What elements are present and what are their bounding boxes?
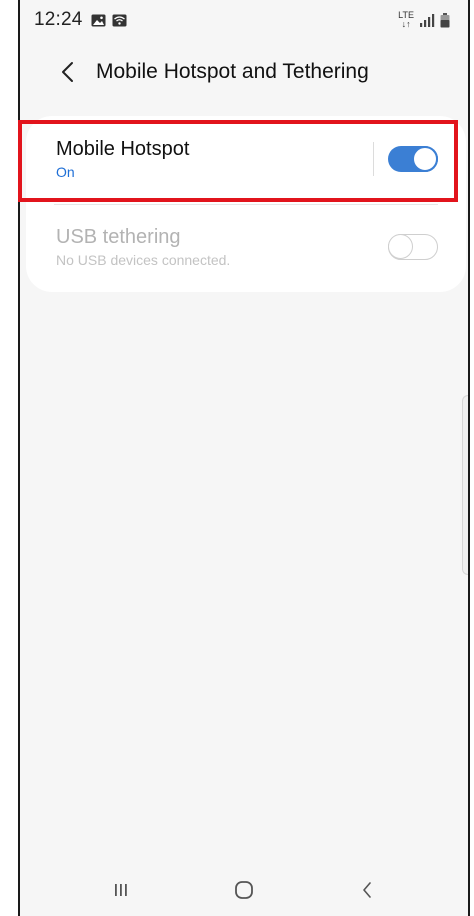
mobile-hotspot-row[interactable]: Mobile Hotspot On	[26, 116, 466, 202]
usb-tethering-row: USB tethering No USB devices connected.	[26, 212, 466, 282]
recent-apps-button[interactable]	[101, 870, 141, 910]
lte-indicator: LTE ↓↑	[398, 10, 414, 29]
recent-apps-icon	[115, 884, 128, 896]
mobile-hotspot-title: Mobile Hotspot	[56, 138, 190, 160]
home-icon	[235, 881, 253, 899]
edge-panel-handle[interactable]	[462, 395, 468, 575]
usb-tethering-title: USB tethering	[56, 226, 181, 248]
back-button[interactable]	[48, 52, 88, 92]
status-time: 12:24	[34, 9, 83, 30]
status-bar: 12:24 LTE ↓↑	[20, 0, 468, 40]
signal-icon	[420, 14, 435, 27]
header: Mobile Hotspot and Tethering	[20, 50, 468, 94]
settings-card: Mobile Hotspot On USB tethering No USB d…	[26, 116, 466, 292]
navigation-bar	[20, 864, 468, 916]
toggle-knob	[412, 146, 438, 172]
back-icon	[362, 882, 371, 898]
phone-screen: 12:24 LTE ↓↑ Mobile Hotspot and Tetherin…	[18, 0, 470, 916]
system-back-button[interactable]	[347, 870, 387, 910]
battery-icon	[440, 12, 450, 27]
home-button[interactable]	[224, 870, 264, 910]
gallery-icon	[91, 14, 106, 26]
list-divider	[54, 204, 438, 205]
back-arrow-icon	[62, 62, 73, 82]
usb-tethering-toggle	[388, 234, 438, 260]
page-title: Mobile Hotspot and Tethering	[96, 60, 369, 83]
toggle-knob	[388, 234, 413, 259]
wifi-icon	[112, 14, 127, 26]
usb-tethering-status: No USB devices connected.	[56, 252, 231, 268]
mobile-hotspot-toggle[interactable]	[388, 146, 438, 172]
row-divider	[373, 142, 374, 176]
mobile-hotspot-status: On	[56, 164, 75, 180]
